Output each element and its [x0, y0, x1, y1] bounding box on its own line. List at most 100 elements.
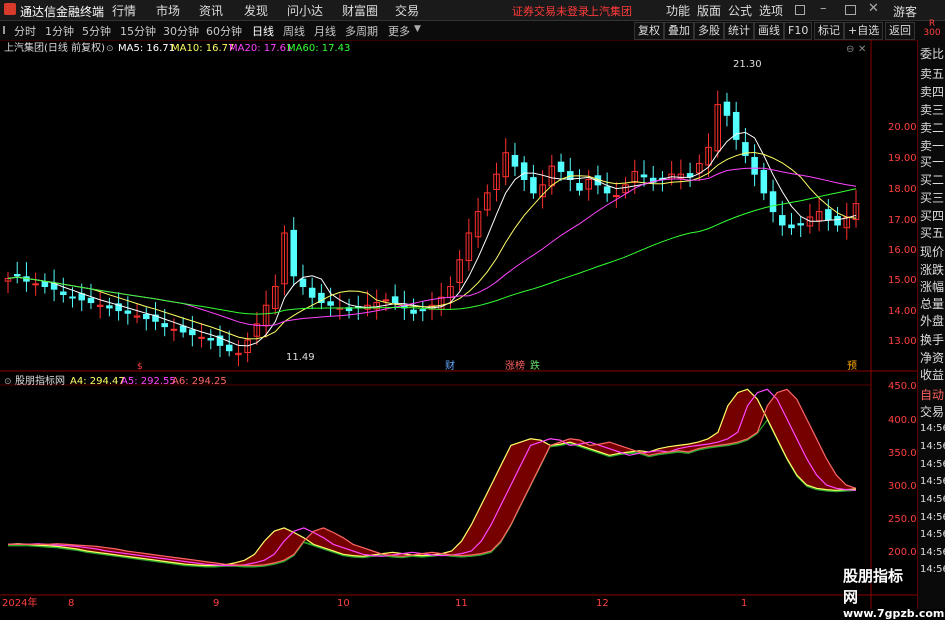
period-day[interactable]: 日线 — [252, 23, 274, 39]
tool-f10[interactable]: F10 — [784, 22, 813, 40]
menu-hangqing[interactable]: 行情 — [112, 2, 136, 19]
chart-area[interactable]: 上汽集团(日线 前复权) ⊙ MA5: 16.71 MA10: 16.77 MA… — [0, 40, 917, 609]
event-marker[interactable]: 财 — [445, 359, 455, 372]
sub-y-tick: 450.0 — [888, 381, 917, 392]
period-month[interactable]: 月线 — [314, 23, 336, 39]
menu-caifuquan[interactable]: 财富圈 — [342, 2, 378, 19]
menu-banmian[interactable]: 版面 — [697, 2, 721, 19]
tool-huaxian[interactable]: 画线 — [754, 22, 784, 40]
sub-settings-icon[interactable]: ⊙ — [4, 377, 12, 387]
panel-label[interactable]: 卖四 — [920, 83, 944, 100]
settings-icon[interactable]: ⊙ — [106, 44, 114, 54]
panel-label[interactable]: 买五 — [920, 224, 944, 241]
candle-body — [511, 154, 519, 167]
close-chart-icon[interactable]: ✕ — [858, 44, 866, 55]
event-marker[interactable]: 跌 — [530, 359, 540, 372]
tool-tongji[interactable]: 统计 — [724, 22, 754, 40]
period-5min[interactable]: 5分钟 — [82, 23, 111, 39]
menu-wenxiaoda[interactable]: 问小达 — [287, 2, 323, 19]
stock-tab[interactable]: 上汽集团 — [588, 3, 632, 19]
main-y-axis: 20.00 19.00 18.00 17.00 16.00 15.00 14.0… — [888, 122, 917, 347]
period-more[interactable]: 更多 — [388, 23, 410, 39]
sub-y-axis: 450.0 400.0 350.0 300.0 250.0 200.0 — [888, 381, 917, 558]
tool-diejia[interactable]: 叠加 — [664, 22, 694, 40]
login-notice[interactable]: 证券交易未登录 — [512, 3, 589, 19]
ma5-label: MA5: 16.71 — [118, 43, 175, 54]
x-tick: 2024年 — [2, 596, 37, 609]
panel-label[interactable]: 买二 — [920, 171, 944, 188]
menu-faxian[interactable]: 发现 — [244, 2, 268, 19]
period-30min[interactable]: 30分钟 — [163, 23, 199, 39]
panel-label[interactable]: 涨幅 — [920, 278, 944, 295]
tool-fuquan[interactable]: 复权 — [634, 22, 664, 40]
candle-body — [142, 313, 150, 320]
tool-zixuan[interactable]: +自选 — [844, 22, 884, 40]
user-label[interactable]: 游客 — [893, 3, 917, 20]
x-tick: 8 — [68, 598, 74, 609]
candle-body — [87, 297, 95, 304]
candle-body — [613, 195, 620, 198]
candle-body — [825, 209, 832, 221]
tool-duogu[interactable]: 多股 — [694, 22, 724, 40]
y-tick: 16.00 — [888, 245, 917, 256]
window-icon[interactable] — [795, 5, 805, 15]
menu-jiaoyi[interactable]: 交易 — [395, 2, 419, 19]
panel-label[interactable]: 委比 — [920, 45, 944, 62]
event-marker[interactable]: 预 — [847, 360, 857, 372]
close-icon[interactable]: ✕ — [868, 1, 879, 16]
candle-body — [41, 281, 49, 288]
panel-label[interactable]: 收益 — [920, 366, 944, 383]
period-1min[interactable]: 1分钟 — [45, 23, 74, 39]
tool-biaoji[interactable]: 标记 — [814, 22, 844, 40]
y-tick: 15.00 — [888, 275, 917, 286]
event-marker[interactable]: 涨榜 — [505, 359, 525, 372]
panel-label[interactable]: 净资 — [920, 349, 944, 366]
minimize-icon[interactable]: – — [820, 1, 827, 16]
event-marker[interactable]: $ — [137, 362, 143, 372]
candle-body — [640, 174, 648, 178]
sub-y-tick: 200.0 — [888, 547, 917, 558]
candle-body — [198, 336, 205, 339]
a4-label: A4: 294.47 — [70, 376, 125, 387]
panel-label[interactable]: 买四 — [920, 207, 944, 224]
watermark-title: 股朋指标网 — [843, 567, 904, 606]
panel-label[interactable]: 涨跌 — [920, 261, 944, 278]
panel-label[interactable]: 卖三 — [920, 101, 944, 118]
panel-label[interactable]: 买三 — [920, 189, 944, 206]
chevron-down-icon[interactable]: ▼ — [414, 24, 421, 34]
panel-label[interactable]: 总量 — [920, 295, 944, 312]
y-tick: 20.00 — [888, 122, 917, 133]
x-tick: 1 — [741, 598, 747, 609]
panel-label[interactable]: 现价 — [920, 243, 944, 260]
candle-body — [769, 191, 777, 213]
period-60min[interactable]: 60分钟 — [206, 23, 242, 39]
menu-gongneng[interactable]: 功能 — [666, 2, 690, 19]
trade-time: 14:56 — [920, 564, 945, 575]
menu-gongshi[interactable]: 公式 — [728, 2, 752, 19]
tool-fanhui[interactable]: 返回 — [885, 22, 915, 40]
candle-body — [382, 299, 390, 302]
low-price-label: 11.49 — [286, 352, 315, 363]
panel-label[interactable]: 卖五 — [920, 65, 944, 82]
period-multi[interactable]: 多周期 — [345, 23, 378, 39]
candle-body — [797, 223, 804, 226]
period-15min[interactable]: 15分钟 — [120, 23, 156, 39]
menu-shichang[interactable]: 市场 — [156, 2, 180, 19]
period-week[interactable]: 周线 — [283, 23, 305, 39]
maximize-icon[interactable] — [845, 5, 856, 15]
candle-body — [69, 296, 76, 299]
zoom-out-icon[interactable]: ⊖ — [846, 44, 854, 55]
menu-zixun[interactable]: 资讯 — [199, 2, 223, 19]
panel-label[interactable]: 卖二 — [920, 119, 944, 136]
panel-label[interactable]: 卖一 — [920, 137, 944, 154]
trade-label[interactable]: 交易 — [920, 403, 944, 420]
candle-body — [520, 162, 528, 180]
period-fenshi[interactable]: 分时 — [14, 23, 36, 39]
menu-xuanxiang[interactable]: 选项 — [759, 2, 783, 19]
panel-toggle-icon[interactable] — [3, 26, 11, 34]
panel-label[interactable]: 买一 — [920, 153, 944, 170]
auto-trade-label[interactable]: 自动 — [920, 386, 944, 403]
sub-y-tick: 300.0 — [888, 481, 917, 492]
panel-label[interactable]: 换手 — [920, 331, 944, 348]
panel-label[interactable]: 外盘 — [920, 312, 944, 329]
